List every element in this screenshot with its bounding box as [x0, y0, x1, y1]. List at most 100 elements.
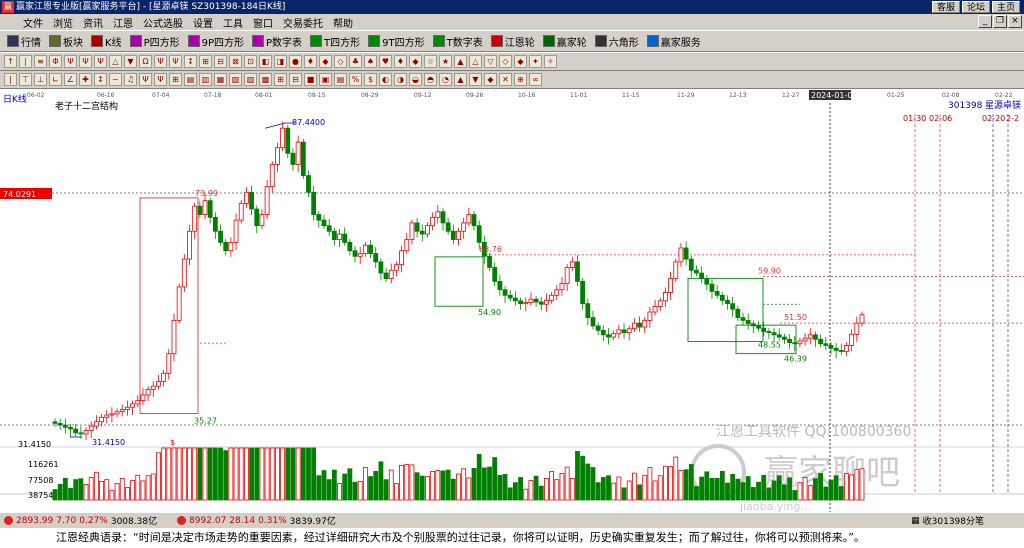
draw-tool-icon-4[interactable]: Ψ: [64, 55, 77, 68]
forum-link[interactable]: 论坛: [961, 1, 990, 13]
candle[interactable]: [192, 205, 198, 232]
candle[interactable]: [745, 319, 751, 325]
candle[interactable]: [590, 317, 596, 327]
draw-tool-icon-20[interactable]: ♦: [304, 55, 317, 68]
analysis-tool-icon-11[interactable]: ⊞: [169, 73, 182, 86]
candle[interactable]: [197, 205, 203, 215]
draw-tool-icon-11[interactable]: Ψ: [169, 55, 182, 68]
close-icon[interactable]: ×: [1008, 15, 1022, 28]
draw-tool-icon-25[interactable]: ♥: [379, 55, 392, 68]
analysis-tool-icon-5[interactable]: ✚: [79, 73, 92, 86]
candle[interactable]: [202, 200, 208, 215]
draw-tool-icon-28[interactable]: ☆: [424, 55, 437, 68]
candle[interactable]: [99, 416, 104, 423]
candle[interactable]: [264, 186, 270, 215]
candle[interactable]: [606, 334, 611, 338]
draw-tool-icon-3[interactable]: Φ: [49, 55, 62, 68]
candle[interactable]: [166, 353, 172, 374]
candle[interactable]: [228, 241, 234, 252]
candle[interactable]: [838, 350, 844, 352]
candle[interactable]: [642, 319, 648, 328]
candle[interactable]: [249, 191, 254, 210]
analysis-tool-icon-35[interactable]: ∞: [529, 73, 542, 86]
candle[interactable]: [513, 297, 518, 302]
candle[interactable]: [244, 191, 249, 204]
analysis-tool-icon-20[interactable]: ■: [304, 73, 317, 86]
candle[interactable]: [616, 329, 622, 335]
candle[interactable]: [507, 294, 513, 299]
candle[interactable]: [425, 225, 430, 235]
candle[interactable]: [544, 299, 549, 305]
candle[interactable]: [637, 322, 642, 328]
candle[interactable]: [104, 414, 110, 418]
candle[interactable]: [611, 333, 617, 338]
candle[interactable]: [207, 200, 213, 218]
analysis-tool-icon-2[interactable]: ⊥: [34, 73, 47, 86]
toolbar-btn-11[interactable]: 六角形: [592, 32, 642, 50]
candle[interactable]: [466, 214, 472, 224]
candle[interactable]: [668, 278, 673, 293]
candle[interactable]: [580, 280, 586, 305]
analysis-tool-icon-17[interactable]: ▩: [259, 73, 272, 86]
candle[interactable]: [414, 222, 420, 232]
analysis-tool-icon-25[interactable]: ◐: [379, 73, 392, 86]
draw-tool-icon-31[interactable]: △: [469, 55, 482, 68]
candle[interactable]: [694, 269, 699, 274]
draw-tool-icon-13[interactable]: ⊞: [199, 55, 212, 68]
toolbar-btn-0[interactable]: 行情: [4, 32, 44, 50]
candle[interactable]: [119, 409, 125, 413]
toolbar-btn-4[interactable]: 9P四方形: [185, 32, 247, 50]
candle[interactable]: [657, 300, 663, 307]
analysis-tool-icon-6[interactable]: ↕: [94, 73, 107, 86]
toolbar-btn-12[interactable]: 赢家服务: [644, 32, 704, 50]
candle[interactable]: [52, 421, 58, 424]
toolbar-btn-1[interactable]: 板块: [46, 32, 86, 50]
candle[interactable]: [145, 389, 151, 396]
analysis-tool-icon-12[interactable]: ▤: [184, 73, 197, 86]
candle[interactable]: [233, 219, 239, 243]
candle[interactable]: [823, 343, 829, 346]
candle[interactable]: [254, 208, 260, 227]
candle[interactable]: [518, 300, 523, 305]
candle[interactable]: [735, 308, 741, 318]
draw-tool-icon-32[interactable]: ▽: [484, 55, 497, 68]
candle[interactable]: [73, 428, 79, 434]
analysis-tool-icon-9[interactable]: Ψ: [139, 73, 152, 86]
analysis-tool-icon-1[interactable]: ⊤: [19, 73, 32, 86]
candle[interactable]: [673, 261, 679, 279]
draw-tool-icon-18[interactable]: ◨: [274, 55, 287, 68]
candle[interactable]: [802, 337, 808, 342]
analysis-tool-icon-28[interactable]: ◓: [424, 73, 437, 86]
candle[interactable]: [502, 289, 508, 296]
draw-tool-icon-1[interactable]: |: [19, 55, 32, 68]
candle[interactable]: [859, 314, 865, 324]
menu-gann[interactable]: 江恩: [108, 15, 138, 30]
minimize-icon[interactable]: _: [978, 15, 992, 28]
draw-tool-icon-6[interactable]: Ψ: [94, 55, 107, 68]
draw-tool-icon-33[interactable]: ◇: [499, 55, 512, 68]
candle[interactable]: [600, 329, 606, 336]
candle[interactable]: [362, 244, 368, 254]
candle[interactable]: [259, 214, 265, 227]
draw-tool-icon-35[interactable]: ✦: [529, 55, 542, 68]
candle[interactable]: [311, 191, 317, 215]
candle[interactable]: [476, 225, 482, 243]
candle[interactable]: [135, 400, 141, 405]
candle[interactable]: [300, 141, 306, 176]
analysis-tool-icon-26[interactable]: ◑: [394, 73, 407, 86]
toolbar-btn-5[interactable]: P数字表: [249, 32, 305, 50]
draw-tool-icon-26[interactable]: ♦: [394, 55, 407, 68]
candle[interactable]: [776, 334, 782, 338]
candle[interactable]: [797, 340, 803, 345]
candle[interactable]: [564, 267, 570, 285]
candle[interactable]: [83, 430, 89, 435]
candle[interactable]: [440, 211, 446, 224]
candle[interactable]: [223, 241, 229, 252]
analysis-tool-icon-24[interactable]: $: [364, 73, 377, 86]
analysis-tool-icon-8[interactable]: ♫: [124, 73, 137, 86]
candle[interactable]: [683, 247, 689, 260]
candle[interactable]: [378, 261, 384, 274]
candle[interactable]: [559, 283, 565, 291]
candle[interactable]: [487, 255, 492, 268]
candle[interactable]: [187, 230, 192, 260]
